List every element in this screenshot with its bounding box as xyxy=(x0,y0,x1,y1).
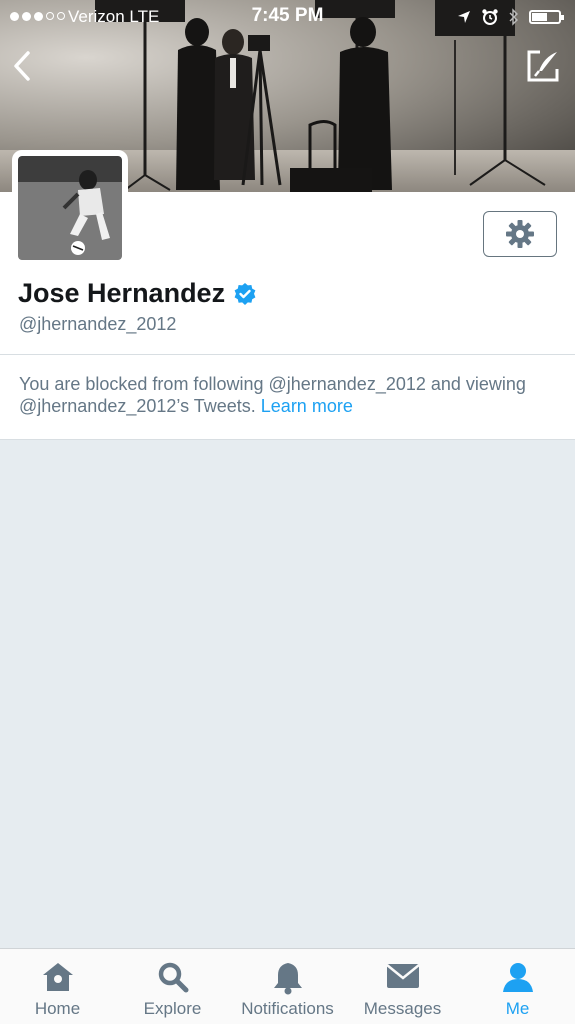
tab-messages-label: Messages xyxy=(363,999,442,1018)
gear-icon xyxy=(506,220,534,248)
home-icon xyxy=(42,963,73,991)
tab-home-label: Home xyxy=(34,999,81,1018)
settings-gear-button[interactable] xyxy=(483,211,557,257)
tab-me-label: Me xyxy=(505,999,530,1018)
chevron-left-icon xyxy=(14,51,30,81)
tab-explore[interactable]: Explore xyxy=(115,949,230,1024)
bluetooth-icon xyxy=(509,8,518,26)
location-arrow-icon xyxy=(458,11,470,23)
profile-name: Jose Hernandez xyxy=(18,278,226,308)
alarm-icon xyxy=(482,9,498,25)
envelope-icon xyxy=(385,964,420,988)
profile-card: Jose Hernandez @jhernandez_2012 xyxy=(0,150,575,354)
status-bar: Verizon LTE 7:45 PM xyxy=(0,0,575,34)
tab-messages[interactable]: Messages xyxy=(345,949,460,1024)
compose-quill-icon xyxy=(527,50,559,82)
compose-tweet-button[interactable] xyxy=(523,46,563,86)
profile-handle: @jhernandez_2012 xyxy=(19,314,177,334)
tab-notifications[interactable]: Notifications xyxy=(230,949,345,1024)
search-icon xyxy=(158,962,188,993)
avatar-photo xyxy=(18,156,122,260)
verified-badge-icon xyxy=(234,282,256,305)
tab-explore-label: Explore xyxy=(143,999,202,1018)
learn-more-link[interactable]: Learn more xyxy=(261,396,353,416)
bell-icon xyxy=(273,963,302,995)
blocked-notice: You are blocked from following @jhernand… xyxy=(0,355,575,440)
tab-bar: Home Explore Notifications Messages Me xyxy=(0,948,575,1024)
tab-notifications-label: Notifications xyxy=(241,999,334,1018)
person-icon xyxy=(502,963,533,992)
tab-home[interactable]: Home xyxy=(0,949,115,1024)
battery-icon xyxy=(529,10,564,24)
tab-me[interactable]: Me xyxy=(460,949,575,1024)
blocked-notice-text: You are blocked from following @jhernand… xyxy=(19,373,539,417)
back-button[interactable] xyxy=(2,46,42,86)
avatar[interactable] xyxy=(12,150,128,266)
